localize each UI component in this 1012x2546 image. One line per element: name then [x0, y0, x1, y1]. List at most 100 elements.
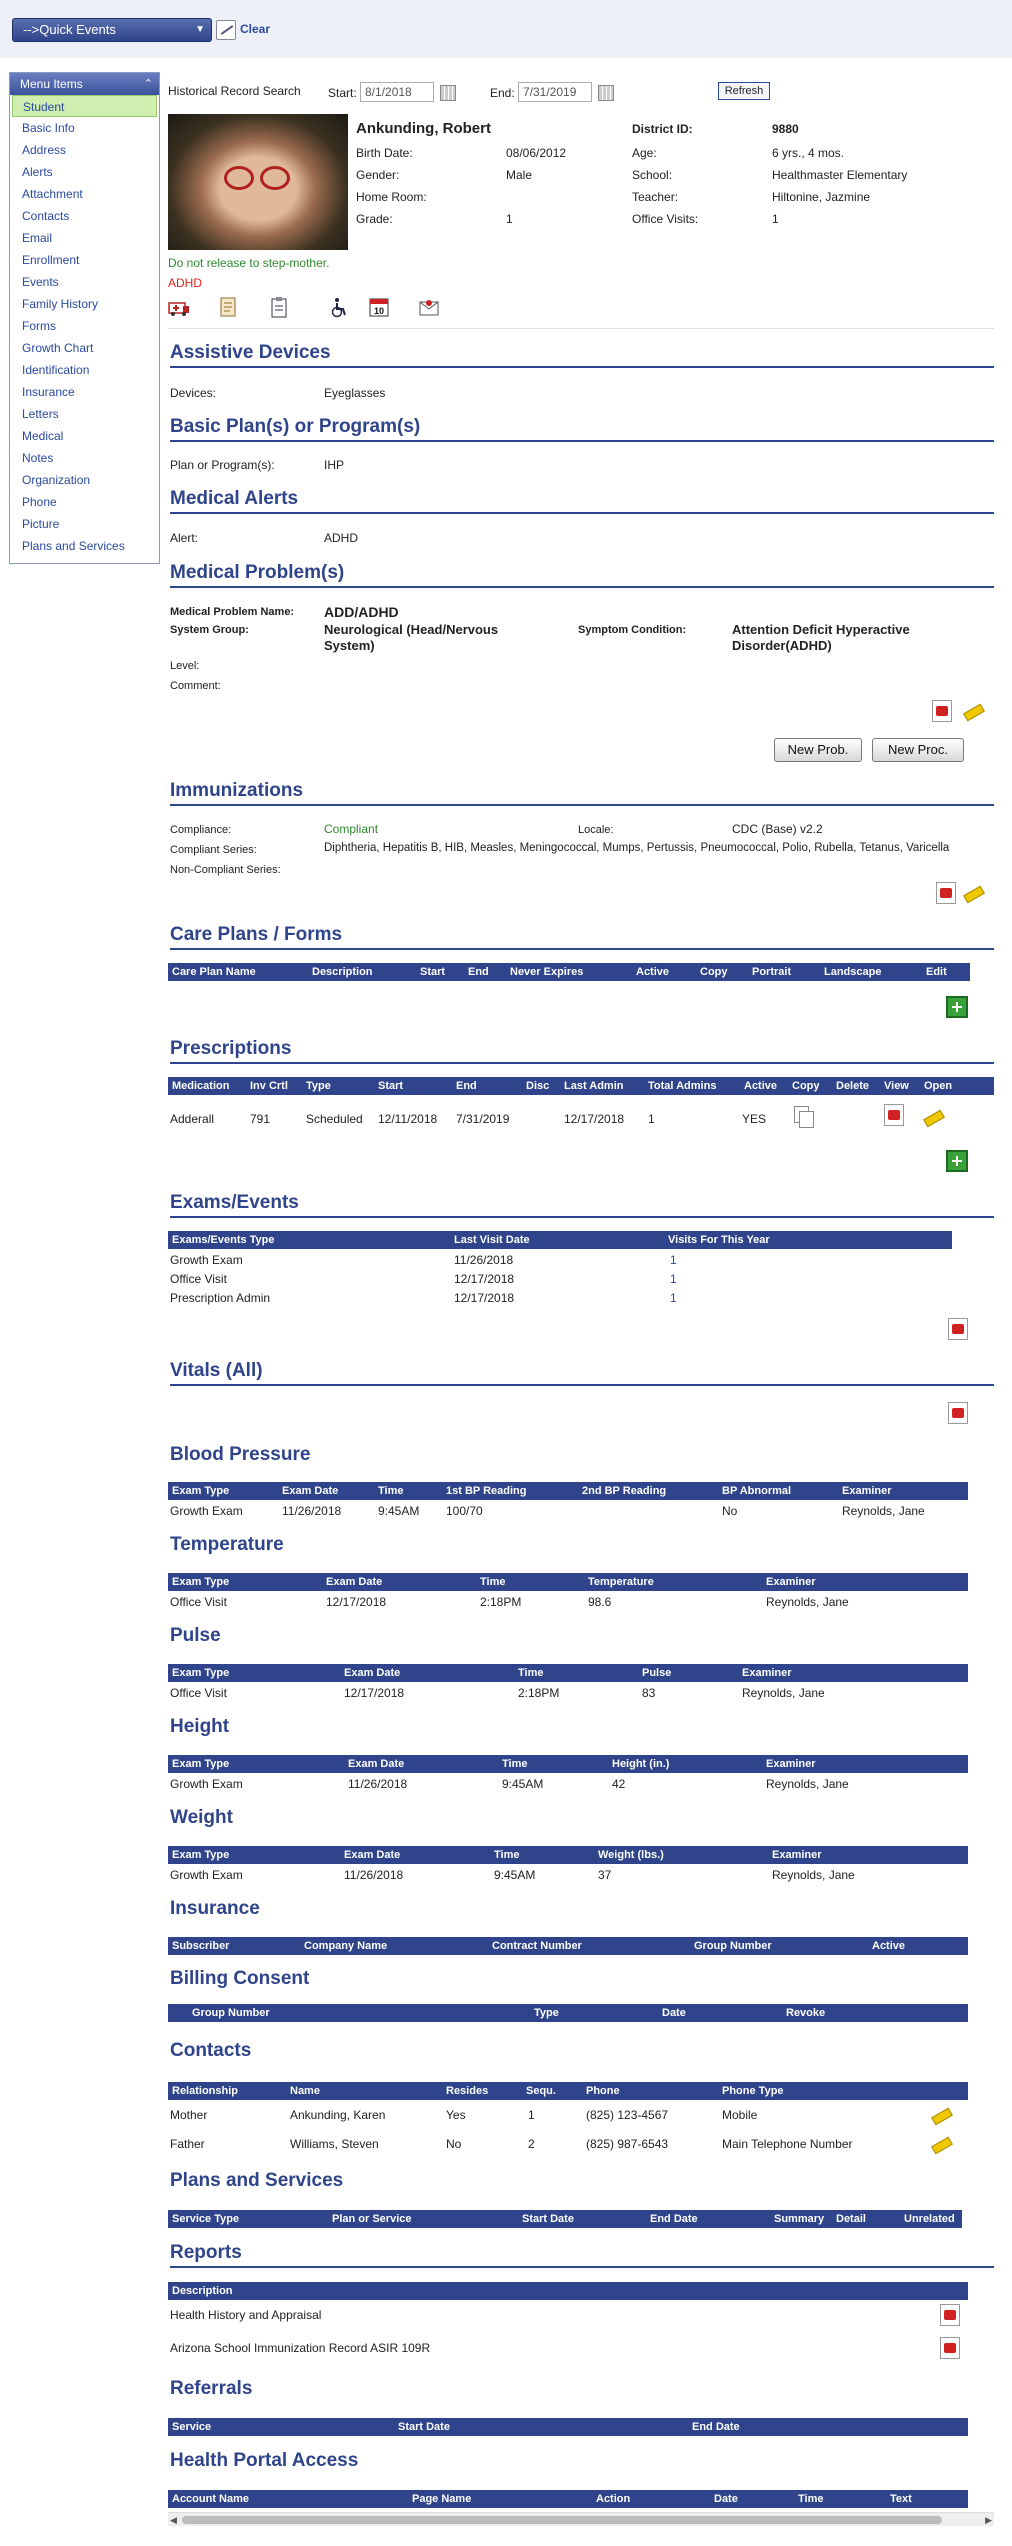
col-header[interactable]: BP Abnormal — [722, 1482, 791, 1500]
menu-item-student[interactable]: Student — [12, 95, 157, 117]
col-header[interactable]: Plan or Service — [332, 2210, 412, 2228]
col-header[interactable]: Service — [172, 2418, 211, 2436]
col-header[interactable]: Exam Type — [172, 1755, 229, 1773]
col-header[interactable]: Delete — [836, 1077, 869, 1095]
menu-item-address[interactable]: Address — [10, 139, 159, 161]
cell[interactable]: 1 — [670, 1289, 677, 1307]
scroll-left-icon[interactable]: ◀ — [170, 2515, 177, 2526]
col-header[interactable]: Detail — [836, 2210, 866, 2228]
col-header[interactable]: Exam Date — [344, 1664, 400, 1682]
col-header[interactable]: Temperature — [588, 1573, 654, 1591]
col-header[interactable]: Care Plan Name — [172, 963, 256, 981]
col-header[interactable]: Inv Crtl — [250, 1077, 288, 1095]
pdf-icon[interactable] — [936, 882, 956, 904]
col-header[interactable]: Time — [494, 1846, 519, 1864]
col-header[interactable]: Pulse — [642, 1664, 671, 1682]
col-header[interactable]: Account Name — [172, 2490, 249, 2508]
col-header[interactable]: Landscape — [824, 963, 881, 981]
menu-item-phone[interactable]: Phone — [10, 491, 159, 513]
menu-item-basic-info[interactable]: Basic Info — [10, 117, 159, 139]
forms-icon[interactable] — [218, 296, 240, 318]
col-header[interactable]: Unrelated — [904, 2210, 955, 2228]
col-header[interactable]: Portrait — [752, 963, 791, 981]
col-header[interactable]: View — [884, 1077, 909, 1095]
col-header[interactable]: End Date — [650, 2210, 698, 2228]
col-header[interactable]: Type — [534, 2004, 559, 2022]
col-header[interactable]: Summary — [774, 2210, 824, 2228]
col-header[interactable]: Phone Type — [722, 2082, 784, 2100]
menu-item-contacts[interactable]: Contacts — [10, 205, 159, 227]
col-header[interactable]: Height (in.) — [612, 1755, 669, 1773]
col-header[interactable]: 2nd BP Reading — [582, 1482, 666, 1500]
quick-events-dropdown[interactable]: -->Quick Events ▼ — [12, 18, 212, 42]
col-header[interactable]: Time — [480, 1573, 505, 1591]
add-care-plan-icon[interactable] — [946, 996, 968, 1018]
chevron-up-icon[interactable]: ⌃ — [144, 73, 153, 95]
calendar-icon[interactable] — [598, 85, 614, 101]
menu-item-forms[interactable]: Forms — [10, 315, 159, 337]
col-header[interactable]: Exam Date — [326, 1573, 382, 1591]
col-header[interactable]: Company Name — [304, 1937, 387, 1955]
menu-item-medical[interactable]: Medical — [10, 425, 159, 447]
col-header[interactable]: Visits For This Year — [668, 1231, 770, 1249]
menu-item-notes[interactable]: Notes — [10, 447, 159, 469]
col-header[interactable]: Exam Date — [282, 1482, 338, 1500]
scroll-right-icon[interactable]: ▶ — [985, 2515, 992, 2526]
col-header[interactable]: Active — [872, 1937, 905, 1955]
calendar-icon[interactable] — [440, 85, 456, 101]
clear-button[interactable]: Clear — [216, 18, 270, 42]
col-header[interactable]: Time — [502, 1755, 527, 1773]
pdf-icon[interactable] — [940, 2337, 960, 2359]
edit-pencil-icon[interactable] — [962, 704, 984, 718]
col-header[interactable]: Last Visit Date — [454, 1231, 530, 1249]
menu-item-growth-chart[interactable]: Growth Chart — [10, 337, 159, 359]
col-header[interactable]: Start Date — [398, 2418, 450, 2436]
col-header[interactable]: Never Expires — [510, 963, 583, 981]
col-header[interactable]: 1st BP Reading — [446, 1482, 527, 1500]
col-header[interactable]: Disc — [526, 1077, 549, 1095]
pdf-icon[interactable] — [932, 700, 952, 722]
menu-item-picture[interactable]: Picture — [10, 513, 159, 535]
col-header[interactable]: Exam Type — [172, 1664, 229, 1682]
menu-item-alerts[interactable]: Alerts — [10, 161, 159, 183]
col-header[interactable]: Date — [714, 2490, 738, 2508]
pdf-icon[interactable] — [884, 1104, 904, 1126]
col-header[interactable]: Text — [890, 2490, 912, 2508]
scrollbar-thumb[interactable] — [182, 2516, 942, 2524]
col-header[interactable]: Examiner — [772, 1846, 822, 1864]
col-header[interactable]: Last Admin — [564, 1077, 624, 1095]
col-header[interactable]: End — [456, 1077, 477, 1095]
menu-item-email[interactable]: Email — [10, 227, 159, 249]
menu-item-enrollment[interactable]: Enrollment — [10, 249, 159, 271]
cell[interactable]: 1 — [670, 1270, 677, 1288]
col-header[interactable]: Resides — [446, 2082, 488, 2100]
start-date-input[interactable]: 8/1/2018 — [360, 82, 434, 102]
col-header[interactable]: Weight (lbs.) — [598, 1846, 664, 1864]
col-header[interactable]: Start Date — [522, 2210, 574, 2228]
col-header[interactable]: Copy — [792, 1077, 820, 1095]
add-prescription-icon[interactable] — [946, 1150, 968, 1172]
col-header[interactable]: End Date — [692, 2418, 740, 2436]
clipboard-icon[interactable] — [268, 296, 290, 318]
pdf-icon[interactable] — [948, 1318, 968, 1340]
col-header[interactable]: Start — [378, 1077, 403, 1095]
col-header[interactable]: Description — [172, 2282, 233, 2300]
col-header[interactable]: Examiner — [742, 1664, 792, 1682]
col-header[interactable]: Time — [378, 1482, 403, 1500]
col-header[interactable]: Date — [662, 2004, 686, 2022]
col-header[interactable]: Examiner — [766, 1573, 816, 1591]
col-header[interactable]: Active — [636, 963, 669, 981]
edit-pencil-icon[interactable] — [962, 886, 984, 900]
menu-item-events[interactable]: Events — [10, 271, 159, 293]
col-header[interactable]: Name — [290, 2082, 320, 2100]
col-header[interactable]: Contract Number — [492, 1937, 582, 1955]
col-header[interactable]: Examiner — [842, 1482, 892, 1500]
col-header[interactable]: Exams/Events Type — [172, 1231, 275, 1249]
col-header[interactable]: Open — [924, 1077, 952, 1095]
refresh-button[interactable]: Refresh — [718, 82, 770, 100]
col-header[interactable]: Time — [518, 1664, 543, 1682]
col-header[interactable]: Time — [798, 2490, 823, 2508]
col-header[interactable]: End — [468, 963, 489, 981]
col-header[interactable]: Revoke — [786, 2004, 825, 2022]
col-header[interactable]: Exam Type — [172, 1482, 229, 1500]
